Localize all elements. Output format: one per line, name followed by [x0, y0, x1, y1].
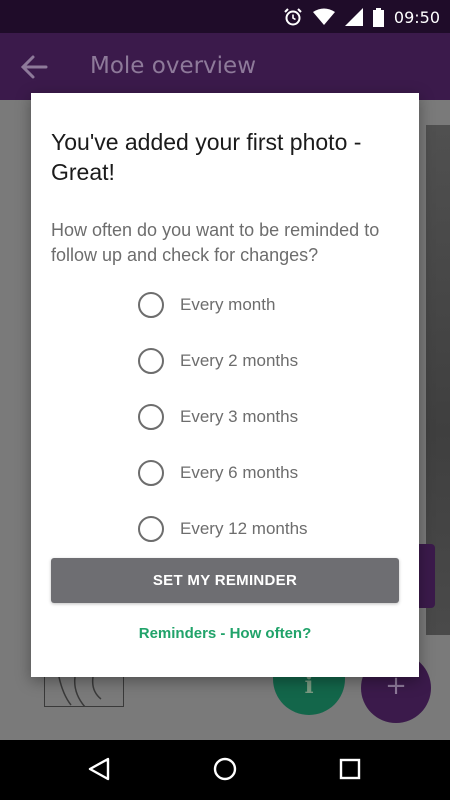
- navigation-bar: [0, 740, 450, 800]
- option-every-month[interactable]: Every month: [138, 290, 378, 320]
- reminder-dialog: You've added your first photo - Great! H…: [31, 93, 419, 677]
- set-reminder-button[interactable]: SET MY REMINDER: [51, 558, 399, 603]
- status-time: 09:50: [393, 7, 440, 27]
- option-every-2-months[interactable]: Every 2 months: [138, 346, 378, 376]
- radio-button[interactable]: [138, 292, 164, 318]
- recents-square-icon[interactable]: [335, 754, 365, 784]
- radio-button[interactable]: [138, 348, 164, 374]
- option-label: Every 12 months: [180, 519, 308, 538]
- option-every-12-months[interactable]: Every 12 months: [138, 514, 378, 544]
- app-bar: Mole overview: [0, 33, 450, 100]
- alarm-icon: [284, 8, 302, 26]
- wifi-icon: [312, 8, 335, 25]
- signal-icon: [344, 8, 363, 26]
- option-label: Every 6 months: [180, 463, 299, 482]
- option-every-3-months[interactable]: Every 3 months: [138, 402, 378, 432]
- option-label: Every 2 months: [180, 351, 299, 370]
- status-bar: 09:50: [0, 0, 450, 33]
- home-circle-icon[interactable]: [210, 754, 240, 784]
- dialog-title: You've added your first photo - Great!: [51, 129, 362, 185]
- body-map-thumbnail: [44, 676, 124, 708]
- option-label: Every month: [180, 295, 276, 314]
- status-icons: 09:50: [283, 5, 440, 29]
- battery-icon: [372, 7, 384, 27]
- photo-action-tab: [418, 544, 435, 608]
- body-sketch-icon: [58, 676, 102, 708]
- arrow-left-icon[interactable]: [20, 53, 48, 81]
- back-triangle-icon[interactable]: [84, 754, 114, 784]
- page-title: Mole overview: [90, 53, 257, 79]
- radio-button[interactable]: [138, 516, 164, 542]
- option-every-6-months[interactable]: Every 6 months: [138, 458, 378, 488]
- radio-button[interactable]: [138, 460, 164, 486]
- dialog-question: How often do you want to be reminded to …: [51, 220, 380, 265]
- info-fab[interactable]: ℹ: [273, 671, 345, 715]
- reminders-help-link[interactable]: Reminders - How often?: [31, 625, 419, 642]
- radio-button[interactable]: [138, 404, 164, 430]
- option-label: Every 3 months: [180, 407, 299, 426]
